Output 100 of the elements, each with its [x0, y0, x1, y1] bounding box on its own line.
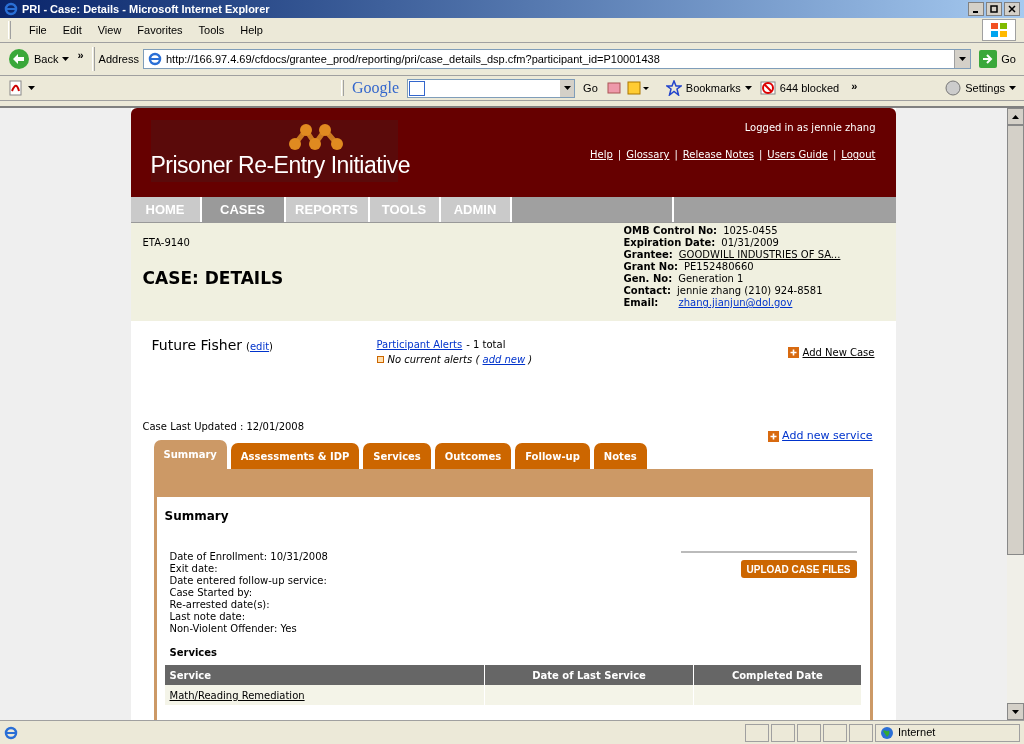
scroll-down-button[interactable]: [1007, 703, 1024, 720]
menu-item[interactable]: Edit: [56, 21, 88, 39]
field-value: PE152480660: [684, 261, 754, 273]
maximize-icon: [990, 5, 998, 13]
menu-item[interactable]: File: [23, 21, 53, 39]
caret-icon: [62, 57, 70, 61]
add-service-button[interactable]: Add new service: [768, 428, 873, 445]
add-case-button[interactable]: Add New Case: [788, 345, 875, 360]
scroll-thumb[interactable]: [1007, 125, 1024, 555]
window-title: PRI - Case: Details - Microsoft Internet Explorer: [22, 1, 270, 17]
caret-icon: [1012, 114, 1019, 119]
back-button[interactable]: Back: [8, 48, 78, 70]
page-status-icon: [4, 725, 18, 740]
email-link[interactable]: zhang.jianjun@dol.gov: [678, 297, 793, 309]
go-button[interactable]: Go: [979, 50, 1016, 68]
status-panel: [823, 723, 847, 742]
security-zone: Internet: [898, 725, 936, 741]
service-link[interactable]: Math/Reading Remediation: [169, 689, 305, 701]
header-link[interactable]: Glossary: [626, 147, 670, 162]
case-tab[interactable]: Notes: [593, 443, 647, 469]
detail-line: Re-arrested date(s):: [169, 599, 271, 611]
caret-icon: [1009, 86, 1016, 90]
address-field[interactable]: http://166.97.4.69/cfdocs/grantee_prod/reporting/pri/case_details_dsp.cfm?participant_id=P10001438: [142, 49, 972, 69]
plus-icon: [768, 430, 780, 442]
edit-link-group: (edit): [246, 339, 273, 354]
services-heading: Services: [168, 646, 219, 660]
google-search-field[interactable]: [407, 78, 576, 98]
case-tab[interactable]: Services: [363, 443, 431, 469]
pdf-icon[interactable]: [8, 80, 24, 96]
toolbar-chevron[interactable]: »: [851, 78, 858, 95]
page-icon: [147, 52, 162, 66]
field-label: Gen. No:: [623, 273, 673, 285]
bookmarks-button[interactable]: Bookmarks: [665, 79, 752, 97]
scrollbar[interactable]: [1007, 108, 1024, 720]
status-panel: [849, 723, 873, 742]
separator-text: |: [617, 148, 622, 162]
header-link[interactable]: Release Notes: [682, 147, 754, 162]
case-tab[interactable]: Assessments & IDP: [230, 443, 360, 469]
header-link[interactable]: Logout: [841, 147, 876, 162]
close-icon: [1008, 5, 1016, 13]
last-updated-text: Case Last Updated : 12/01/2008: [142, 421, 305, 432]
detail-line: Exit date:: [169, 563, 219, 575]
case-tab[interactable]: Outcomes: [434, 443, 512, 469]
status-panel: [771, 723, 795, 742]
detail-line: Case Started by:: [169, 587, 254, 599]
detail-line: Last note date:: [169, 611, 247, 623]
field-label: Grantee:: [623, 249, 673, 261]
add-alert-link[interactable]: add new: [482, 354, 526, 365]
logo-text: Prisoner Re-Entry Initiative: [150, 152, 411, 178]
field-label: Expiration Date:: [623, 237, 716, 249]
menu-item[interactable]: Favorites: [131, 21, 189, 39]
field-label: OMB Control No:: [623, 225, 718, 237]
caret-icon: [959, 57, 967, 61]
alerts-count: - 1 total: [466, 338, 506, 352]
caret-icon: [563, 86, 571, 90]
upload-button[interactable]: UPLOAD CASE FILES: [740, 560, 857, 578]
alerts-link[interactable]: Participant Alerts: [376, 337, 463, 352]
menu-item[interactable]: View: [91, 21, 128, 39]
field-label: Email:: [623, 297, 660, 309]
detail-line: Non-Violent Offender: Yes: [169, 623, 298, 635]
separator-text: |: [758, 148, 763, 162]
google-logo: Google: [352, 78, 400, 99]
globe-icon: [880, 725, 894, 740]
column-header: Completed Date: [693, 665, 861, 685]
settings-button[interactable]: Settings: [945, 79, 1016, 97]
grantee-link[interactable]: GOODWILL INDUSTRIES OF SA...: [678, 249, 841, 261]
header-link[interactable]: Users Guide: [767, 147, 828, 162]
field-value: 1025-0455: [723, 225, 778, 237]
caret-icon: [1012, 709, 1019, 714]
minimize-button[interactable]: [968, 2, 984, 16]
close-button[interactable]: [1004, 2, 1020, 16]
field-value: jennie zhang (210) 924-8581: [677, 285, 823, 297]
header-link[interactable]: Help: [590, 147, 613, 162]
star-icon: [665, 80, 682, 96]
scroll-up-button[interactable]: [1007, 108, 1024, 125]
menu-item[interactable]: Help: [234, 21, 269, 39]
section-title: Summary: [164, 508, 230, 525]
circle-icon: [945, 80, 962, 96]
popup-blocker-button[interactable]: 644 blocked: [759, 79, 840, 97]
form-id: ETA-9140: [142, 236, 191, 250]
column-header: Service: [164, 665, 485, 685]
column-header: Date of Last Service: [484, 665, 694, 685]
blocked-icon: [759, 80, 776, 96]
plus-icon: [788, 347, 800, 358]
caret-icon: [28, 86, 35, 90]
maximize-button[interactable]: [986, 2, 1002, 16]
browser-icon: [4, 2, 18, 16]
toolbar-chevron[interactable]: »: [77, 47, 84, 64]
menu-item[interactable]: Tools: [192, 21, 231, 39]
separator-text: |: [832, 148, 837, 162]
caret-icon: [744, 86, 752, 90]
status-panel: [745, 723, 769, 742]
bullet-icon: [376, 356, 384, 363]
field-value: Generation 1: [678, 273, 744, 285]
status-panel: [797, 723, 821, 742]
case-tab[interactable]: Follow-up: [515, 443, 590, 469]
separator-text: |: [674, 148, 678, 162]
google-go-button[interactable]: Go: [583, 79, 598, 97]
address-label: Address: [98, 51, 139, 67]
field-label: Grant No:: [623, 261, 678, 273]
